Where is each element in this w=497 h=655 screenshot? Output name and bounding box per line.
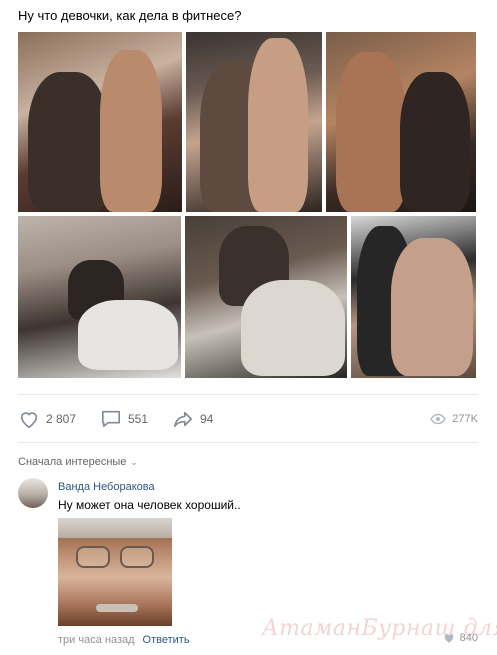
like-button[interactable]: 2 807 [18,406,76,432]
photo-hair [58,518,172,538]
heart-icon [20,412,38,428]
chevron-down-icon: ⌄ [130,456,138,467]
photo-figure [241,280,345,376]
comment-time[interactable]: три часа назад [58,634,135,646]
comment-icon [102,410,120,428]
photo-glasses-right [120,546,154,568]
photo-figure [248,38,308,212]
comment-like-count: 840 [459,632,478,644]
divider [18,394,478,395]
post-text: Ну что девочки, как дела в фитнесе? [18,8,242,23]
heart-icon [444,634,454,643]
comment-button[interactable]: 551 [100,406,148,432]
share-icon [174,411,192,428]
post-photo[interactable] [18,216,181,378]
eye-icon [430,413,447,425]
views-counter: 277K [430,406,478,432]
post-photo[interactable] [326,32,476,212]
sort-label: Сначала интересные [18,456,127,468]
like-count: 2 807 [46,412,77,426]
comment-attachment-photo[interactable] [58,518,172,626]
views-count: 277K [452,413,478,425]
photo-figure [78,300,178,370]
comment-count: 551 [128,412,149,426]
photo-mouth [96,604,138,612]
avatar[interactable] [18,478,48,508]
photo-glasses-left [76,546,110,568]
post-photo[interactable] [18,32,182,212]
post-photo[interactable] [186,32,322,212]
comment-author[interactable]: Ванда Небоpакова [58,481,155,493]
post-actions: 2 807 551 94 277K [18,406,478,432]
comment-like-button[interactable]: 840 [442,632,478,644]
reply-button[interactable]: Ответить [143,634,190,646]
post-photo[interactable] [185,216,347,378]
share-count: 94 [200,412,214,426]
comment-meta: три часа назад Ответить [58,634,190,646]
divider [18,442,478,443]
photo-figure [100,50,162,212]
photo-figure [391,238,473,376]
share-button[interactable]: 94 [172,406,213,432]
comments-sort-dropdown[interactable]: Сначала интересные ⌄ [18,456,138,468]
comment-text: Ну может она человек хороший.. [58,498,241,512]
post-photo[interactable] [351,216,476,378]
photo-figure [336,52,406,212]
photo-figure [400,72,470,212]
photo-figure [28,72,108,212]
